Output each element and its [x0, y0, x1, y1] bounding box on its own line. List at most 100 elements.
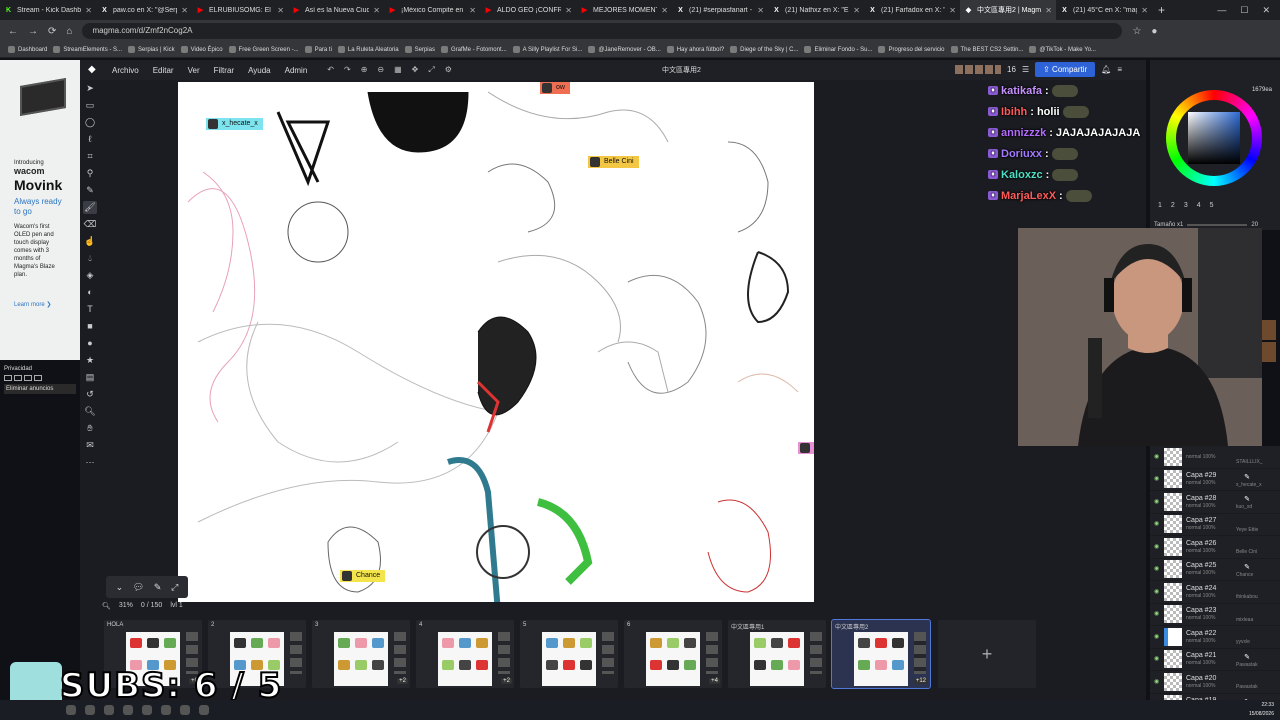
- color-hex-value[interactable]: 1679ea: [1252, 87, 1272, 93]
- grid-icon[interactable]: ▦: [394, 65, 402, 75]
- size-slider[interactable]: [1187, 224, 1248, 226]
- menu-item-1[interactable]: Editar: [153, 66, 174, 75]
- ellipse-shape-icon[interactable]: ●: [83, 337, 97, 350]
- select-ellipse-icon[interactable]: ◯: [83, 116, 97, 129]
- add-page-button[interactable]: +: [938, 620, 1036, 688]
- layer-row[interactable]: ◉ Capa #29 normal 100% x_hecate_x ✎: [1150, 469, 1280, 491]
- close-icon[interactable]: ✕: [373, 6, 380, 15]
- layer-row[interactable]: ◉ Capa #26 normal 100% Belle Cini: [1150, 536, 1280, 559]
- tab-8[interactable]: X (21) Nathxz en X: "El m✕: [768, 0, 864, 20]
- paste-icon[interactable]: ▤: [83, 371, 97, 384]
- close-icon[interactable]: ✕: [949, 6, 956, 15]
- tab-3[interactable]: ▶ Así es la Nueva Ciudad✕: [288, 0, 384, 20]
- users-icon[interactable]: ☰: [1022, 65, 1029, 74]
- tab-11[interactable]: X (21) 45°C en X: "magn ✕: [1056, 0, 1152, 20]
- select-rect-icon[interactable]: ▭: [83, 99, 97, 112]
- bookmark-item[interactable]: @TikTok - Make Yo...: [1029, 46, 1096, 53]
- fill-icon[interactable]: ◈: [83, 269, 97, 282]
- tab-0[interactable]: K Stream - Kick Dashboa✕: [0, 0, 96, 20]
- brush-preset[interactable]: 2: [1171, 202, 1175, 209]
- layer-row[interactable]: ◉ Capa #20 normal 100% Pawastak: [1150, 671, 1280, 694]
- notifications-icon[interactable]: 🔔︎: [1101, 65, 1111, 74]
- eye-icon[interactable]: ◉: [1154, 566, 1160, 572]
- move-tool-icon[interactable]: ➤: [83, 82, 97, 95]
- menu-item-2[interactable]: Ver: [188, 66, 200, 75]
- menu-item-3[interactable]: Filtrar: [214, 66, 234, 75]
- bookmark-item[interactable]: StreamElements - S...: [53, 46, 122, 53]
- forward-icon[interactable]: →: [28, 26, 38, 37]
- text-icon[interactable]: T: [83, 303, 97, 316]
- maximize-icon[interactable]: ☐: [1240, 5, 1248, 16]
- close-window-icon[interactable]: ✕: [1262, 5, 1270, 16]
- eye-icon[interactable]: ◉: [1154, 679, 1160, 685]
- hand-icon[interactable]: ✋︎: [83, 422, 97, 435]
- bookmark-item[interactable]: Video Épico: [180, 46, 223, 53]
- close-icon[interactable]: ✕: [1045, 6, 1052, 15]
- page-thumbnail[interactable]: 4 +2: [416, 620, 514, 688]
- magnifier-icon[interactable]: 🔍︎: [83, 405, 97, 418]
- brush-settings-icon[interactable]: ✎: [154, 582, 162, 593]
- app-icon[interactable]: [142, 705, 152, 715]
- layer-row[interactable]: ◉ Capa #24 normal 100% thinkabou: [1150, 581, 1280, 604]
- eraser-icon[interactable]: ⌫: [83, 218, 97, 231]
- close-icon[interactable]: ✕: [565, 6, 572, 15]
- bookmark-item[interactable]: Serpias | Kick: [128, 46, 175, 53]
- bookmark-item[interactable]: Free Green Screen -...: [228, 46, 299, 53]
- brush-preset[interactable]: 1: [1158, 202, 1162, 209]
- settings-icon[interactable]: ⚙: [445, 65, 452, 75]
- remove-ads-button[interactable]: Eliminar anuncios: [4, 384, 76, 394]
- page-thumbnail[interactable]: 中文區專用2 +12: [831, 619, 931, 689]
- tab-10[interactable]: ◆ 中文區專用2 | Magma ✕: [960, 0, 1056, 20]
- fullscreen-icon[interactable]: ⤢: [428, 65, 434, 75]
- zoom-out-icon[interactable]: ⊖: [377, 65, 384, 75]
- undo-icon[interactable]: ↶: [327, 65, 334, 75]
- home-icon[interactable]: ⌂: [66, 26, 72, 37]
- color-wheel[interactable]: [1166, 90, 1262, 186]
- tab-9[interactable]: X (21) Farfadox en X: "To ✕: [864, 0, 960, 20]
- extensions-icon[interactable]: ☆: [1132, 26, 1141, 37]
- layer-row[interactable]: ◉ normal 100% STAILLLIX_: [1150, 446, 1280, 469]
- page-thumbnail[interactable]: 中文區專用1: [728, 620, 826, 688]
- eye-icon[interactable]: ◉: [1154, 589, 1160, 595]
- lasso-icon[interactable]: ℓ: [83, 133, 97, 146]
- bookmark-item[interactable]: Para ti: [304, 46, 332, 53]
- eye-icon[interactable]: ◉: [1154, 521, 1160, 527]
- back-icon[interactable]: ←: [8, 26, 18, 37]
- tab-4[interactable]: ▶ ¡México Compite en la ✕: [384, 0, 480, 20]
- app-icon[interactable]: [161, 705, 171, 715]
- app-icon[interactable]: [123, 705, 133, 715]
- brush-preset[interactable]: 4: [1197, 202, 1201, 209]
- eye-icon[interactable]: ◉: [1154, 499, 1160, 505]
- tab-7[interactable]: X (21) #serpiasfanart - B ✕: [672, 0, 768, 20]
- fullscreen-small-icon[interactable]: ⤢: [171, 582, 178, 593]
- eye-icon[interactable]: ◉: [1154, 544, 1160, 550]
- eye-icon[interactable]: ◉: [1154, 634, 1160, 640]
- rect-shape-icon[interactable]: ■: [83, 320, 97, 333]
- rotate-icon[interactable]: ↺: [83, 388, 97, 401]
- bookmark-item[interactable]: Eliminar Fondo - Su...: [804, 46, 872, 53]
- tab-1[interactable]: Xpaw.co en X: "@Serpia ✕: [96, 0, 192, 20]
- comment-icon[interactable]: ✉: [83, 439, 97, 452]
- brush-preset[interactable]: 3: [1184, 202, 1188, 209]
- redo-icon[interactable]: ↷: [344, 65, 351, 75]
- star-icon[interactable]: ★: [83, 354, 97, 367]
- tab-6[interactable]: ▶ MEJORES MOMENTOS ✕: [576, 0, 672, 20]
- start-icon[interactable]: [66, 705, 76, 715]
- drawing-canvas[interactable]: x_hecate_x ow Belle Cini Pawastaken Chance: [178, 82, 814, 602]
- page-thumbnail[interactable]: 5: [520, 620, 618, 688]
- magma-logo-icon[interactable]: ◆: [88, 65, 98, 75]
- user-avatars[interactable]: [955, 65, 1002, 74]
- reload-icon[interactable]: ⟳: [48, 26, 56, 37]
- close-icon[interactable]: ✕: [757, 6, 764, 15]
- bookmark-item[interactable]: Diege of the Sky | C...: [730, 46, 798, 53]
- menu-item-4[interactable]: Ayuda: [248, 66, 271, 75]
- bookmark-item[interactable]: GrafMe - Fotomont...: [440, 46, 507, 53]
- bookmark-item[interactable]: The BEST CS2 Settin...: [950, 46, 1023, 53]
- eyedropper-icon[interactable]: ⚲: [83, 167, 97, 180]
- bookmark-item[interactable]: @JaneRemover - OB...: [588, 46, 661, 53]
- minimize-icon[interactable]: —: [1217, 5, 1226, 16]
- zoom-in-icon[interactable]: ⊕: [361, 65, 368, 75]
- address-bar[interactable]: magma.com/d/Zmf2nCog2A: [82, 23, 1123, 39]
- bookmark-item[interactable]: Progreso del servicio: [878, 46, 945, 53]
- menu-icon[interactable]: ≡: [1117, 65, 1122, 74]
